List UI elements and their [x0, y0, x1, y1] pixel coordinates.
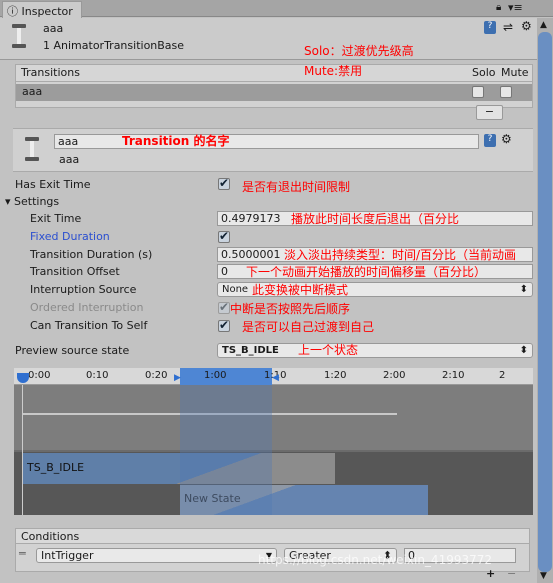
- playhead-line: [22, 385, 23, 515]
- preview-source-state-label: Preview source state: [15, 344, 130, 357]
- transition-offset-label: Transition Offset: [30, 265, 120, 278]
- transition-row[interactable]: aaa: [16, 84, 532, 101]
- transition-end-handle[interactable]: ◀: [272, 373, 279, 383]
- annotation-offset: 下一个动画开始播放的时间偏移量（百分比）: [246, 265, 487, 279]
- foldout-arrow-icon: ▾: [5, 195, 11, 208]
- transition-duration-label: Transition Duration (s): [30, 248, 153, 261]
- dropdown-arrows-icon: ⬍: [519, 284, 528, 295]
- settings-label: Settings: [14, 195, 60, 208]
- tick-label: 0:20: [145, 370, 168, 381]
- has-exit-time-checkbox[interactable]: [218, 176, 230, 190]
- curve-area: [14, 385, 533, 450]
- help-icon[interactable]: ?: [484, 21, 496, 34]
- mute-checkbox[interactable]: [500, 86, 512, 98]
- ordered-interruption-label: Ordered Interruption: [30, 301, 144, 314]
- dropdown-arrows-icon: ⬍: [519, 345, 528, 356]
- settings-foldout[interactable]: ▾ Settings: [5, 195, 59, 208]
- solo-checkbox[interactable]: [472, 86, 484, 98]
- info-icon: ⓘ: [7, 5, 18, 18]
- gear-icon[interactable]: ⚙: [521, 19, 532, 33]
- transition-overlay: [180, 385, 272, 515]
- transitions-list-header: Transitions Solo Mute: [16, 65, 532, 82]
- tick-label: 0:10: [86, 370, 109, 381]
- transition-timeline[interactable]: 0:00 0:10 0:20 1:00 1:10 1:20 2:00 2:10 …: [14, 368, 533, 515]
- annotation-ordered: 中断是否按照先后顺序: [230, 302, 351, 316]
- menu-icon[interactable]: ▾≡: [508, 1, 523, 14]
- watermark: https://blog.csdn.net/weixin_41993772: [258, 553, 493, 567]
- add-condition-button[interactable]: +: [486, 567, 495, 580]
- transition-icon: [25, 137, 39, 161]
- tick-label: 1:20: [324, 370, 347, 381]
- can-transition-to-self-label: Can Transition To Self: [30, 319, 148, 332]
- remove-transition-button[interactable]: −: [476, 105, 503, 120]
- tab-bar: ⓘ Inspector 🔒︎ ▾≡: [0, 0, 553, 18]
- annotation-exit-time: 播放此时间长度后退出（百分比: [291, 212, 460, 226]
- drag-handle-icon[interactable]: ═: [19, 547, 26, 560]
- condition-parameter-value: IntTrigger: [41, 549, 94, 562]
- help-icon[interactable]: ?: [484, 134, 496, 147]
- fixed-duration-checkbox[interactable]: [218, 229, 230, 243]
- tick-label: 2:10: [442, 370, 465, 381]
- vertical-scrollbar[interactable]: ▲ ▼: [537, 18, 553, 583]
- fixed-duration-label: Fixed Duration: [30, 230, 110, 243]
- condition-parameter-dropdown[interactable]: IntTrigger ▼: [36, 548, 277, 563]
- has-exit-time-label: Has Exit Time: [15, 178, 91, 191]
- tick-label: 2:00: [383, 370, 406, 381]
- tick-label: 1:00: [204, 370, 227, 381]
- preview-source-state-dropdown[interactable]: TS_B_IDLE ⬍: [217, 343, 533, 358]
- tab-inspector[interactable]: ⓘ Inspector: [2, 1, 82, 18]
- conditions-header: Conditions: [16, 529, 529, 544]
- transitions-header-label: Transitions: [21, 66, 80, 79]
- preview-source-state-value: TS_B_IDLE: [222, 345, 279, 356]
- transition-icon: [12, 24, 26, 48]
- transition-detail: aaa aaa ? ⚙: [13, 128, 533, 172]
- tick-label: 2: [499, 370, 506, 381]
- annotation-preview: 上一个状态: [298, 343, 359, 357]
- object-name: aaa: [43, 22, 64, 35]
- transitions-list: Transitions Solo Mute aaa: [15, 64, 533, 108]
- remove-condition-button[interactable]: −: [507, 567, 516, 580]
- scrollbar-thumb[interactable]: [538, 32, 552, 572]
- source-state-label: TS_B_IDLE: [27, 461, 85, 474]
- solo-header: Solo: [472, 66, 496, 79]
- mute-header: Mute: [501, 66, 529, 79]
- annotation-self: 是否可以自己过渡到自己: [242, 320, 375, 334]
- can-transition-to-self-checkbox[interactable]: [218, 318, 230, 332]
- annotation-duration: 淡入淡出持续类型：时间/百分比（当前动画: [284, 248, 517, 262]
- interruption-source-label: Interruption Source: [30, 283, 137, 296]
- transition-start-handle[interactable]: ▶: [174, 373, 181, 383]
- playhead-handle[interactable]: [17, 373, 29, 383]
- interruption-source-value: None: [222, 284, 249, 295]
- scroll-up-icon[interactable]: ▲: [540, 20, 547, 30]
- annotation-mute: Mute:禁用: [304, 64, 363, 78]
- source-state-bar[interactable]: TS_B_IDLE: [23, 453, 335, 484]
- object-type: 1 AnimatorTransitionBase: [43, 39, 185, 52]
- scroll-down-icon[interactable]: ▼: [540, 571, 547, 581]
- preset-icon[interactable]: ⇌: [503, 20, 513, 34]
- transition-subname: aaa: [59, 153, 80, 166]
- timeline-ruler[interactable]: 0:00 0:10 0:20 1:00 1:10 1:20 2:00 2:10 …: [14, 368, 533, 385]
- transition-row-name: aaa: [22, 85, 43, 98]
- inspector-header: aaa 1 AnimatorTransitionBase ? ⇌ ⚙: [0, 18, 537, 60]
- ordered-interruption-checkbox: [218, 300, 230, 314]
- annotation-interruption: 此变换被中断模式: [252, 283, 349, 297]
- annotation-solo: Solo：过渡优先级高: [304, 44, 414, 58]
- lock-icon[interactable]: 🔒︎: [496, 2, 501, 13]
- transition-name-input[interactable]: aaa: [54, 134, 479, 149]
- annotation-has-exit: 是否有退出时间限制: [242, 180, 351, 194]
- tick-label: 0:00: [28, 370, 51, 381]
- annotation-name: Transition 的名字: [122, 134, 230, 148]
- exit-time-label: Exit Time: [30, 212, 82, 225]
- gear-icon[interactable]: ⚙: [501, 132, 512, 146]
